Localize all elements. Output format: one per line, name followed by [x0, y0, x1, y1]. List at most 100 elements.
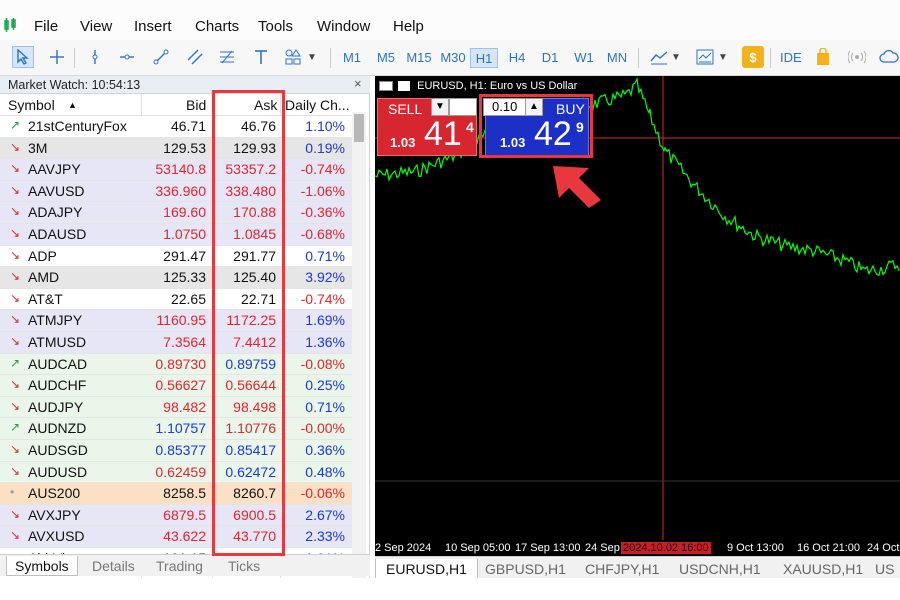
market-watch-row[interactable]: ↘ AUDSGD 0.85377 0.85417 0.36% [0, 440, 352, 462]
symbol-cell: ADAUSD [28, 226, 87, 242]
market-watch-row[interactable]: ↘ ADAJPY 169.60 170.88 -0.36% [0, 202, 352, 224]
horizontal-line-icon[interactable] [116, 46, 138, 68]
menu-insert[interactable]: Insert [134, 18, 172, 36]
dollar-icon[interactable]: $ [742, 46, 764, 68]
indicators-icon[interactable] [694, 46, 716, 68]
cursor-icon[interactable] [12, 46, 34, 68]
symbol-cell: AUDCAD [28, 355, 88, 372]
timeframe-w1[interactable]: W1 [570, 48, 598, 68]
symbol-cell: ADP [28, 247, 57, 264]
change-cell: 0.48% [305, 463, 345, 480]
tab-symbols[interactable]: Symbols [6, 556, 78, 576]
date-label: 10 Sep 05:00 [445, 542, 511, 554]
bid-cell: 336.960 [155, 182, 206, 199]
market-watch-row[interactable]: ↘ AAVUSD 336.960 338.480 -1.06% [0, 180, 352, 203]
menu-tools[interactable]: Tools [258, 18, 293, 36]
timeframe-h4[interactable]: H4 [504, 48, 530, 68]
arrow-down-icon: ↘ [10, 377, 21, 392]
menu-charts[interactable]: Charts [195, 18, 239, 36]
scroll-thumb[interactable] [354, 114, 364, 142]
lot-decrease-button[interactable]: ▼ [431, 98, 449, 116]
crosshair-icon[interactable] [46, 46, 68, 68]
menu-help[interactable]: Help [393, 18, 424, 36]
date-label: 17 Sep 13:00 [515, 542, 581, 554]
trendline-icon[interactable] [150, 46, 172, 68]
chart-tab[interactable]: XAUUSD,H1 [773, 559, 873, 579]
lot-increase-button[interactable]: ▲ [525, 98, 543, 116]
chart-type-icon[interactable] [648, 46, 670, 68]
timeframe-m1[interactable]: M1 [338, 48, 366, 68]
date-label: 24 Oct [867, 542, 900, 554]
indicators-dropdown-icon[interactable]: ▼ [717, 46, 729, 68]
menu-view[interactable]: View [80, 18, 112, 36]
arrow-down-icon: ↘ [10, 334, 21, 348]
market-watch-row[interactable]: ↘ AUDJPY 98.482 98.498 0.71% [0, 396, 352, 419]
timeframe-m15[interactable]: M15 [404, 48, 434, 68]
menu-file[interactable]: File [34, 18, 58, 36]
chart-tabs: EURUSD,H1 GBPUSD,H1 CHFJPY,H1 USDCNH,H1 XAUU… [375, 556, 900, 579]
timeframe-mn[interactable]: MN [603, 48, 631, 68]
market-watch-row[interactable]: ↘ ATMJPY 1160.95 1172.25 1.69% [0, 310, 352, 332]
chart-tab[interactable]: EURUSD,H1 [375, 559, 478, 579]
market-watch-row[interactable]: ↘ AUDUSD 0.62459 0.62472 0.48% [0, 461, 352, 484]
column-bid[interactable]: Bid [186, 97, 206, 113]
tab-details[interactable]: Details [84, 556, 143, 576]
symbol-cell: AVXUSD [28, 528, 85, 545]
market-watch-row[interactable]: ↗ AUDNZD 1.10757 1.10776 -0.00% [0, 418, 352, 440]
market-watch-row[interactable]: ↘ ADP 291.47 291.77 0.71% [0, 245, 352, 268]
chart-tab[interactable]: GBPUSD,H1 [475, 559, 576, 579]
vertical-line-icon[interactable] [84, 46, 106, 68]
change-cell: 0.19% [305, 139, 345, 156]
market-watch-row[interactable]: ↘ AAVJPY 53140.8 53357.2 -0.74% [0, 159, 352, 181]
column-daily-change[interactable]: Daily Ch... [285, 97, 350, 113]
ide-button[interactable]: IDE [780, 48, 802, 68]
text-tool-icon[interactable] [250, 46, 272, 68]
bid-cell: 1160.95 [156, 312, 206, 329]
market-watch-row[interactable]: • AUS200 8258.5 8260.7 -0.06% [0, 483, 352, 505]
scrollbar[interactable] [352, 112, 366, 588]
timeframe-d1[interactable]: D1 [536, 48, 564, 68]
tab-ticks[interactable]: Ticks [220, 556, 268, 576]
fibonacci-icon[interactable] [216, 46, 238, 68]
shapes-icon[interactable] [282, 46, 304, 68]
market-watch-row[interactable]: ↘ ADAUSD 1.0750 1.0845 -0.68% [0, 224, 352, 246]
ask-cell: 338.480 [225, 182, 276, 199]
chart-window[interactable]: EURUSD, H1: Euro vs US Dollar SELL 1.03 … [375, 76, 900, 556]
market-watch-row[interactable]: ↗ AUDCAD 0.89730 0.89759 -0.08% [0, 353, 352, 376]
chart-title-text: EURUSD, H1: Euro vs US Dollar [417, 80, 578, 92]
chart-type-dropdown-icon[interactable]: ▼ [670, 46, 682, 68]
chart-tab[interactable]: US [865, 559, 900, 579]
arrow-down-icon: ↘ [10, 442, 21, 456]
market-watch-row[interactable]: ↗ 21stCenturyFox 46.71 46.76 1.10% [0, 116, 352, 138]
arrow-down-icon: ↘ [10, 312, 21, 327]
chart-tab[interactable]: CHFJPY,H1 [575, 559, 669, 579]
market-watch-row[interactable]: ↘ AVXUSD 43.622 43.770 2.33% [0, 526, 352, 548]
column-symbol[interactable]: Symbol [8, 97, 55, 113]
market-watch-row[interactable]: ↘ AVXJPY 6879.5 6900.5 2.67% [0, 504, 352, 527]
change-cell: -0.68% [300, 226, 345, 242]
symbol-cell: AMD [28, 269, 60, 286]
channel-icon[interactable] [184, 46, 206, 68]
arrow-down-icon: ↘ [10, 506, 21, 521]
bid-cell: 22.65 [170, 290, 206, 307]
tab-trading[interactable]: Trading [148, 556, 211, 576]
market-watch-row[interactable]: ↘ AUDCHF 0.56627 0.56644 0.25% [0, 375, 352, 397]
market-watch-row[interactable]: ↘ ATMUSD 7.3564 7.4412 1.36% [0, 332, 352, 354]
timeframe-m5[interactable]: M5 [372, 48, 400, 68]
arrow-down-icon: ↘ [10, 528, 21, 543]
signals-icon[interactable] [846, 46, 868, 68]
close-icon[interactable]: × [354, 76, 362, 91]
market-watch-row[interactable]: ↘ 3M 129.53 129.93 0.19% [0, 137, 352, 160]
dropdown-arrow-icon[interactable]: ▼ [306, 46, 318, 68]
market-watch-row[interactable]: ↘ AMD 125.33 125.40 3.92% [0, 267, 352, 289]
market-bag-icon[interactable] [812, 46, 834, 68]
arrow-down-icon: ↘ [10, 247, 21, 262]
market-watch-row[interactable]: ↘ AT&T 22.65 22.71 -0.74% [0, 288, 352, 311]
cloud-icon[interactable] [878, 46, 900, 68]
chart-tab[interactable]: USDCNH,H1 [669, 559, 771, 579]
menu-window[interactable]: Window [317, 18, 370, 36]
market-watch-tabs: Symbols Details Trading Ticks [0, 554, 370, 576]
timeframe-m30[interactable]: M30 [438, 48, 468, 68]
timeframe-h1[interactable]: H1 [470, 48, 498, 68]
column-ask[interactable]: Ask [254, 97, 277, 113]
